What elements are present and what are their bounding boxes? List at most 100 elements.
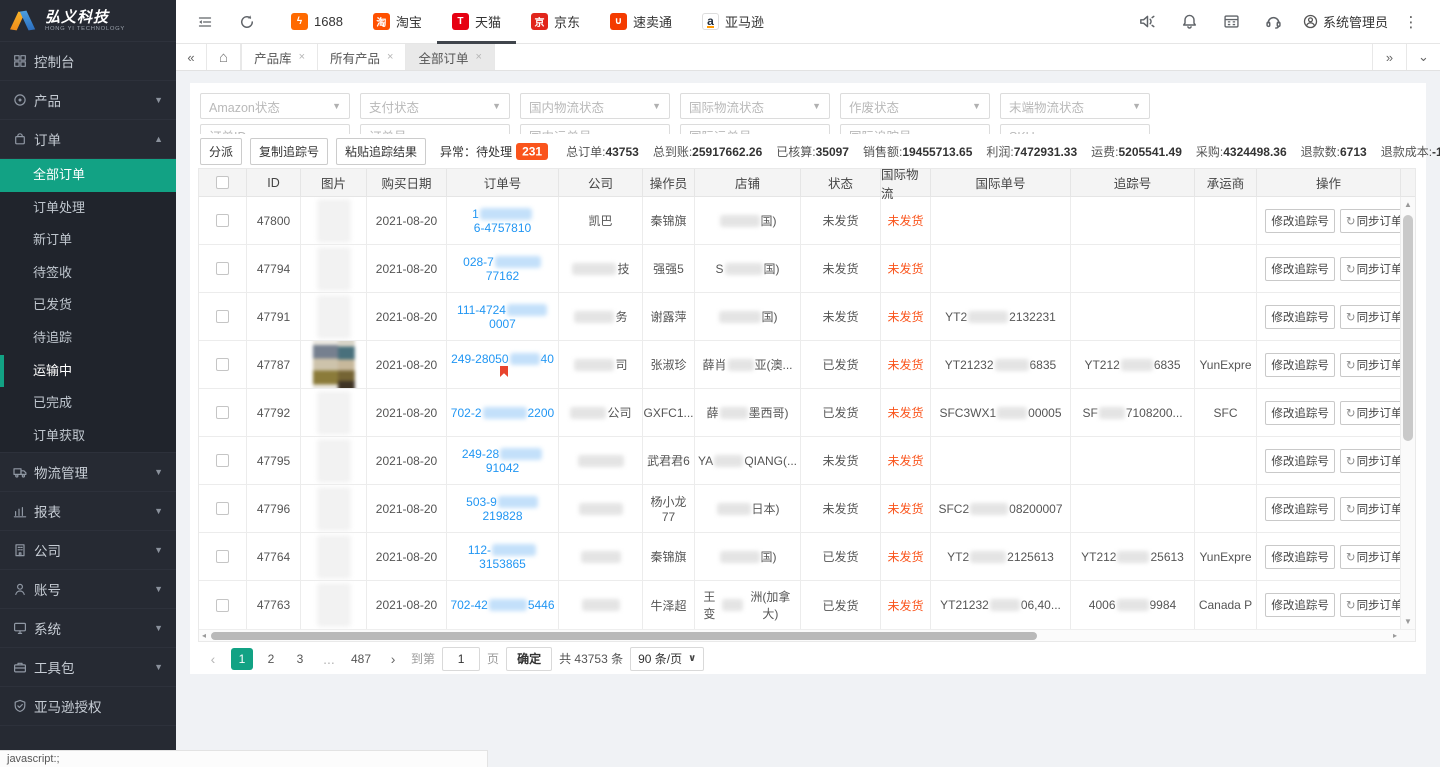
edit-tracking-button[interactable]: 修改追踪号 [1265,257,1335,281]
notifications-bell-icon[interactable] [1169,0,1211,44]
refresh-icon[interactable] [232,0,262,44]
tab-产品库[interactable]: 产品库× [241,44,318,70]
horizontal-scrollbar[interactable]: ◂ ▸ [199,629,1415,641]
toolbar-button-分派[interactable]: 分派 [200,138,242,165]
sidebar-subitem-已发货[interactable]: 已发货 [0,289,176,322]
sync-order-button[interactable]: ↻同步订单 [1340,257,1409,281]
edit-tracking-button[interactable]: 修改追踪号 [1265,353,1335,377]
horizontal-scroll-thumb[interactable] [211,632,1037,640]
sync-order-button[interactable]: ↻同步订单 [1340,497,1409,521]
row-checkbox[interactable] [216,262,229,275]
sidebar-item-工具包[interactable]: 工具包▼ [0,648,176,687]
sidebar-subitem-待追踪[interactable]: 待追踪 [0,322,176,355]
sync-order-button[interactable]: ↻同步订单 [1340,545,1409,569]
sidebar-item-控制台[interactable]: 控制台 [0,42,176,81]
order-number-link[interactable]: 702-425446 [450,598,554,612]
row-checkbox[interactable] [216,358,229,371]
sidebar-subitem-待签收[interactable]: 待签收 [0,257,176,290]
sync-order-button[interactable]: ↻同步订单 [1340,401,1409,425]
edit-tracking-button[interactable]: 修改追踪号 [1265,401,1335,425]
user-menu[interactable]: 系统管理员 [1295,12,1396,31]
sidebar-subitem-已完成[interactable]: 已完成 [0,387,176,420]
tab-所有产品[interactable]: 所有产品× [318,44,406,70]
order-number-link[interactable]: 702-22200 [451,406,554,420]
service-headset-icon[interactable] [1253,0,1295,44]
toolbar-button-粘贴追踪结果[interactable]: 粘贴追踪结果 [336,138,426,165]
platform-tab-淘宝[interactable]: 淘淘宝 [358,0,437,44]
close-icon[interactable]: × [475,51,481,63]
sync-order-button[interactable]: ↻同步订单 [1340,209,1409,233]
row-checkbox[interactable] [216,502,229,515]
sidebar-subitem-新订单[interactable]: 新订单 [0,224,176,257]
order-number-link[interactable]: 111-47240007 [450,303,555,331]
sync-order-button[interactable]: ↻同步订单 [1340,305,1409,329]
filter-select-国内物流状态[interactable]: 国内物流状态▼ [520,93,670,119]
order-number-link[interactable]: 16-4757810 [450,207,555,235]
row-checkbox[interactable] [216,550,229,563]
sidebar-item-产品[interactable]: 产品▼ [0,81,176,120]
edit-tracking-button[interactable]: 修改追踪号 [1265,209,1335,233]
prev-page-button[interactable]: ‹ [202,648,224,670]
page-size-select[interactable]: 90 条/页∨ [630,647,704,671]
edit-tracking-button[interactable]: 修改追踪号 [1265,497,1335,521]
goto-page-input[interactable] [442,647,480,671]
edit-tracking-button[interactable]: 修改追踪号 [1265,545,1335,569]
close-icon[interactable]: × [387,51,393,63]
filter-select-作废状态[interactable]: 作废状态▼ [840,93,990,119]
goto-confirm-button[interactable]: 确定 [506,647,552,671]
row-checkbox[interactable] [216,454,229,467]
page-button-3[interactable]: 3 [289,648,311,670]
edit-tracking-button[interactable]: 修改追踪号 [1265,305,1335,329]
vertical-scrollbar[interactable]: ▲ ▼ [1400,197,1415,629]
sidebar-item-账号[interactable]: 账号▼ [0,570,176,609]
scroll-left-icon[interactable]: ◂ [202,630,206,642]
sync-order-button[interactable]: ↻同步订单 [1340,449,1409,473]
tabs-scroll-left-icon[interactable]: « [176,44,206,70]
sidebar-item-订单[interactable]: 订单▲ [0,120,176,159]
sidebar-subitem-订单处理[interactable]: 订单处理 [0,192,176,225]
collapse-sidebar-icon[interactable] [190,0,220,44]
platform-tab-亚马逊[interactable]: a亚马逊 [687,0,779,44]
filter-select-国际物流状态[interactable]: 国际物流状态▼ [680,93,830,119]
row-checkbox[interactable] [216,599,229,612]
sync-order-button[interactable]: ↻同步订单 [1340,353,1409,377]
page-button-2[interactable]: 2 [260,648,282,670]
tabs-menu-icon[interactable]: ⌄ [1406,44,1440,70]
platform-tab-1688[interactable]: ϟ1688 [276,0,358,44]
page-button-1[interactable]: 1 [231,648,253,670]
tab-home[interactable]: ⌂ [206,44,241,70]
apps-grid-icon[interactable] [1211,0,1253,44]
select-all-checkbox[interactable] [216,176,229,189]
order-number-link[interactable]: 249-2891042 [450,447,555,475]
filter-select-Amazon状态[interactable]: Amazon状态▼ [200,93,350,119]
filter-select-支付状态[interactable]: 支付状态▼ [360,93,510,119]
order-number-link[interactable]: 028-777162 [450,255,555,283]
toolbar-button-复制追踪号[interactable]: 复制追踪号 [250,138,328,165]
order-number-link[interactable]: 503-9219828 [450,495,555,523]
sync-order-button[interactable]: ↻同步订单 [1340,593,1409,617]
more-menu-icon[interactable]: ⋮ [1396,13,1426,31]
sidebar-subitem-运输中[interactable]: 运输中 [0,355,176,388]
scroll-up-icon[interactable]: ▲ [1401,200,1415,209]
sidebar-item-物流管理[interactable]: 物流管理▼ [0,453,176,492]
scroll-right-icon[interactable]: ▸ [1393,630,1397,642]
sidebar-subitem-订单获取[interactable]: 订单获取 [0,420,176,453]
page-button-487[interactable]: 487 [347,648,375,670]
close-icon[interactable]: × [299,51,305,63]
sidebar-item-报表[interactable]: 报表▼ [0,492,176,531]
order-number-link[interactable]: 249-2805040 [450,352,555,377]
platform-tab-速卖通[interactable]: ∪速卖通 [595,0,687,44]
announcement-icon[interactable] [1127,0,1169,44]
next-page-button[interactable]: › [382,648,404,670]
row-checkbox[interactable] [216,310,229,323]
tabs-scroll-right-icon[interactable]: » [1372,44,1406,70]
sidebar-item-系统[interactable]: 系统▼ [0,609,176,648]
edit-tracking-button[interactable]: 修改追踪号 [1265,449,1335,473]
sidebar-subitem-全部订单[interactable]: 全部订单 [0,159,176,192]
pending-count-badge[interactable]: 231 [516,143,548,160]
vertical-scroll-thumb[interactable] [1403,215,1413,441]
sidebar-item-公司[interactable]: 公司▼ [0,531,176,570]
tab-全部订单[interactable]: 全部订单× [406,44,494,70]
edit-tracking-button[interactable]: 修改追踪号 [1265,593,1335,617]
order-number-link[interactable]: 112-3153865 [450,543,555,571]
